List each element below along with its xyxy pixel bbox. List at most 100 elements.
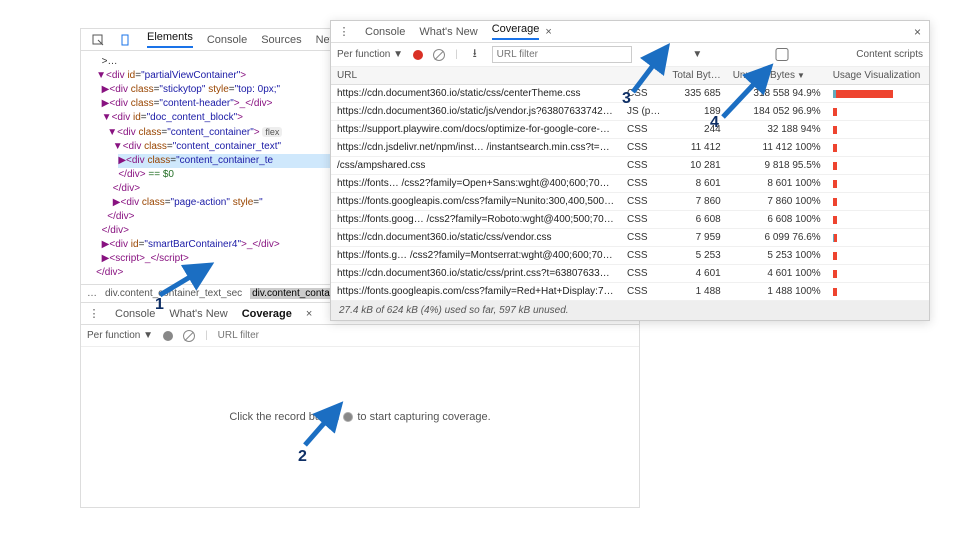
drawer-filter-bar: Per function ▼ | xyxy=(81,325,639,347)
table-row[interactable]: https://fonts… /css2?family=Open+Sans:wg… xyxy=(331,175,929,193)
tab-close-icon[interactable]: × xyxy=(545,26,551,38)
coverage-tab-whatsnew[interactable]: What's New xyxy=(419,26,477,38)
cell-total: 6 608 xyxy=(666,211,726,229)
url-filter-input[interactable] xyxy=(218,330,338,341)
record-icon[interactable] xyxy=(163,331,173,341)
table-row[interactable]: https://cdn.jsdelivr.net/npm/inst… /inst… xyxy=(331,139,929,157)
breadcrumb-item[interactable]: … xyxy=(87,288,97,299)
clear-icon[interactable] xyxy=(433,49,445,61)
table-row[interactable]: https://fonts.googleapis.com/css?family=… xyxy=(331,283,929,301)
cell-url: https://fonts.googleapis.com/css?family=… xyxy=(331,283,621,301)
cell-total: 5 253 xyxy=(666,247,726,265)
url-filter-input[interactable] xyxy=(492,46,632,63)
breadcrumb-item[interactable]: div.content_container_text_sec xyxy=(105,288,242,299)
coverage-empty-state: Click the record button to start capturi… xyxy=(81,347,639,487)
cell-unused: 4 601 100% xyxy=(727,265,827,283)
cell-url: https://cdn.document360.io/static/js/ven… xyxy=(331,103,621,121)
drawer-tab-coverage[interactable]: Coverage xyxy=(242,308,292,320)
tab-console[interactable]: Console xyxy=(207,34,247,46)
record-icon[interactable] xyxy=(413,50,423,60)
col-total[interactable]: Total Byt… xyxy=(666,67,726,85)
coverage-tabs: ⋮ Console What's New Coverage × × xyxy=(331,21,929,43)
per-function-dropdown[interactable]: Per function ▼ xyxy=(337,49,403,60)
cell-url: https://cdn.jsdelivr.net/npm/inst… /inst… xyxy=(331,139,621,157)
kebab-icon[interactable]: ⋮ xyxy=(87,307,101,321)
cell-url: https://fonts.googleapis.com/css?family=… xyxy=(331,193,621,211)
col-type[interactable] xyxy=(621,67,666,85)
cell-unused: 184 052 96.9% xyxy=(727,103,827,121)
table-row[interactable]: https://cdn.document360.io/static/css/ve… xyxy=(331,229,929,247)
empty-text-pre: Click the record button xyxy=(229,411,339,423)
annotation-1: 1 xyxy=(155,296,164,314)
cell-url: https://cdn.document360.io/static/css/ce… xyxy=(331,85,621,103)
empty-text-post: to start capturing coverage. xyxy=(357,411,490,423)
table-row[interactable]: https://fonts.goog… /css2?family=Roboto:… xyxy=(331,211,929,229)
cell-vis xyxy=(827,211,929,229)
col-vis[interactable]: Usage Visualization xyxy=(827,67,929,85)
cell-vis xyxy=(827,283,929,301)
cell-total: 1 488 xyxy=(666,283,726,301)
coverage-status: 27.4 kB of 624 kB (4%) used so far, 597 … xyxy=(331,301,929,320)
cell-unused: 6 099 76.6% xyxy=(727,229,827,247)
cell-url: https://fonts… /css2?family=Open+Sans:wg… xyxy=(331,175,621,193)
table-header-row: URL Total Byt… Unused Bytes▼ Usage Visua… xyxy=(331,67,929,85)
table-row[interactable]: https://fonts.g… /css2?family=Montserrat… xyxy=(331,247,929,265)
type-filter-dropdown[interactable]: ▼ xyxy=(692,49,702,60)
drawer: ⋮ Console What's New Coverage × Per func… xyxy=(81,302,639,487)
kebab-icon[interactable]: ⋮ xyxy=(337,25,351,39)
cell-vis xyxy=(827,157,929,175)
table-row[interactable]: https://support.playwire.com/docs/optimi… xyxy=(331,121,929,139)
cell-total: 8 601 xyxy=(666,175,726,193)
cell-unused: 6 608 100% xyxy=(727,211,827,229)
tab-elements[interactable]: Elements xyxy=(147,31,193,48)
col-url[interactable]: URL xyxy=(331,67,621,85)
cell-vis xyxy=(827,103,929,121)
cell-vis xyxy=(827,85,929,103)
cell-type: CSS xyxy=(621,229,666,247)
cell-url: https://cdn.document360.io/static/css/pr… xyxy=(331,265,621,283)
cell-vis xyxy=(827,139,929,157)
panel-close-icon[interactable]: × xyxy=(914,25,921,39)
cell-type: CSS xyxy=(621,247,666,265)
content-scripts-checkbox[interactable]: Content scripts xyxy=(712,48,923,61)
table-row[interactable]: https://fonts.googleapis.com/css?family=… xyxy=(331,193,929,211)
annotation-3: 3 xyxy=(622,90,631,108)
cell-unused: 5 253 100% xyxy=(727,247,827,265)
cell-url: /css/ampshared.css xyxy=(331,157,621,175)
cell-vis xyxy=(827,121,929,139)
cell-type: CSS xyxy=(621,139,666,157)
cell-type: CSS xyxy=(621,121,666,139)
device-icon[interactable] xyxy=(119,33,133,47)
drawer-tab-console[interactable]: Console xyxy=(115,308,155,320)
table-row[interactable]: /css/ampshared.cssCSS10 2819 818 95.5% xyxy=(331,157,929,175)
cell-type: CSS xyxy=(621,265,666,283)
coverage-tab-console[interactable]: Console xyxy=(365,26,405,38)
annotation-4: 4 xyxy=(710,114,719,132)
cell-url: https://cdn.document360.io/static/css/ve… xyxy=(331,229,621,247)
coverage-filter-bar: Per function ▼ | ⭳ ▼ Content scripts xyxy=(331,43,929,67)
cell-type: CSS xyxy=(621,283,666,301)
content-scripts-input[interactable] xyxy=(712,48,852,61)
cell-vis xyxy=(827,247,929,265)
clear-icon[interactable] xyxy=(183,330,195,342)
table-row[interactable]: https://cdn.document360.io/static/css/pr… xyxy=(331,265,929,283)
drawer-tab-whatsnew[interactable]: What's New xyxy=(169,308,227,320)
cell-vis xyxy=(827,265,929,283)
cell-vis xyxy=(827,193,929,211)
cell-total: 4 601 xyxy=(666,265,726,283)
inspect-icon[interactable] xyxy=(91,33,105,47)
tab-sources[interactable]: Sources xyxy=(261,34,301,46)
col-unused[interactable]: Unused Bytes▼ xyxy=(727,67,827,85)
coverage-panel: ⋮ Console What's New Coverage × × Per fu… xyxy=(330,20,930,321)
cell-total: 7 959 xyxy=(666,229,726,247)
cell-url: https://support.playwire.com/docs/optimi… xyxy=(331,121,621,139)
coverage-tab-coverage[interactable]: Coverage xyxy=(492,23,540,40)
record-icon[interactable] xyxy=(343,412,353,422)
download-icon[interactable]: ⭳ xyxy=(468,48,482,62)
annotation-2: 2 xyxy=(298,448,307,466)
cell-unused: 32 188 94% xyxy=(727,121,827,139)
per-function-dropdown[interactable]: Per function ▼ xyxy=(87,330,153,341)
cell-unused: 1 488 100% xyxy=(727,283,827,301)
close-icon[interactable]: × xyxy=(306,308,312,320)
cell-unused: 8 601 100% xyxy=(727,175,827,193)
